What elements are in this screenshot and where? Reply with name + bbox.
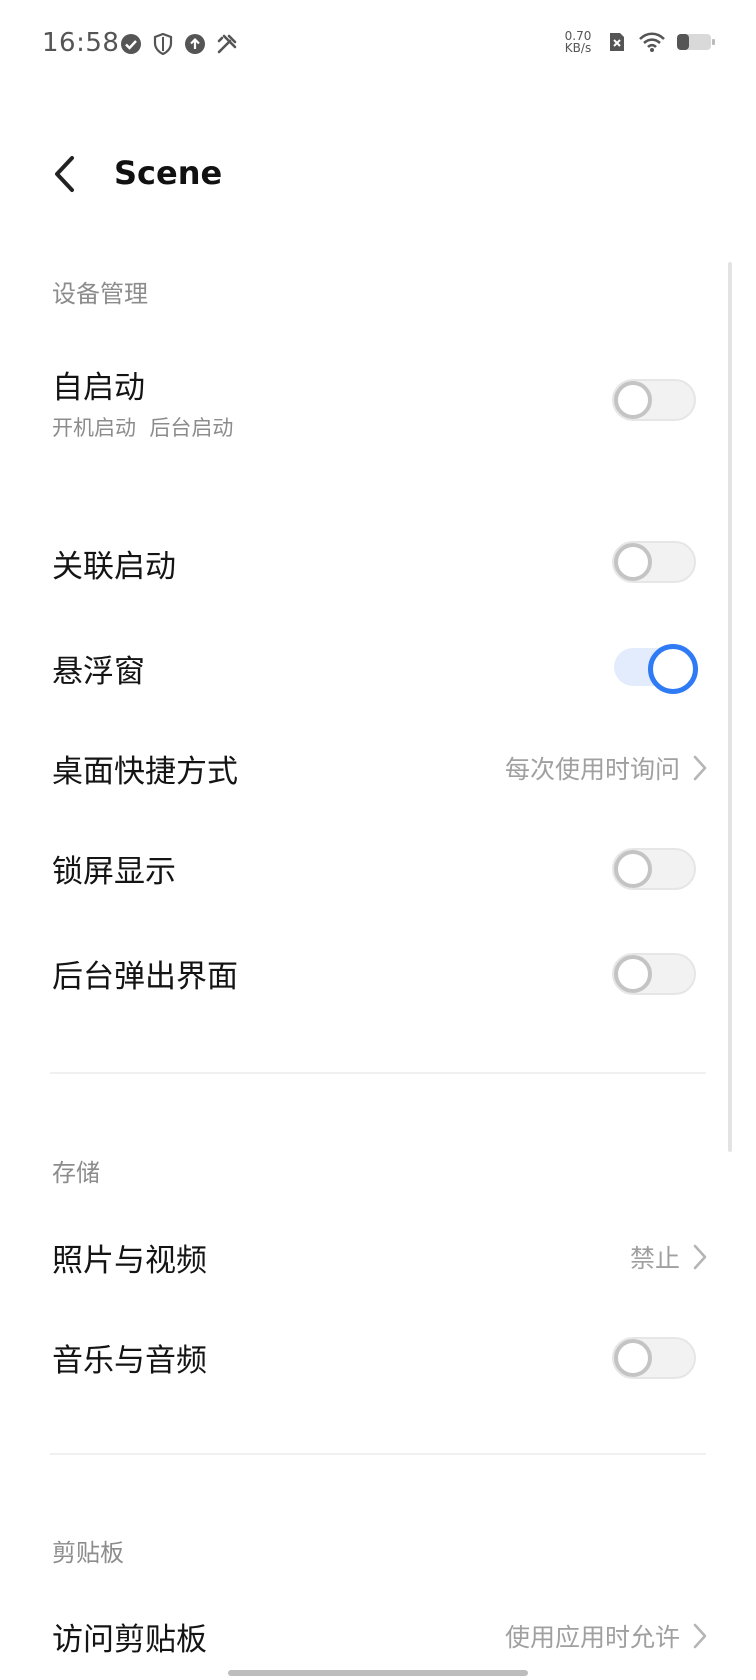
row-title: 照片与视频: [52, 1243, 207, 1279]
lock-screen-toggle[interactable]: [612, 848, 696, 890]
status-bar: 16:58 0.70 KB/s: [0, 0, 756, 92]
chevron-right-icon: [692, 1243, 708, 1271]
scrollbar[interactable]: [728, 262, 732, 1152]
shield-icon: [152, 33, 174, 55]
toggle-knob: [614, 955, 652, 993]
row-linked-start[interactable]: 关联启动: [52, 541, 708, 591]
battery-icon: [676, 31, 716, 53]
row-value: 每次使用时询问: [505, 750, 708, 786]
chevron-left-icon: [55, 156, 74, 192]
row-title: 桌面快捷方式: [52, 754, 238, 790]
home-indicator[interactable]: [228, 1670, 528, 1676]
row-access-clipboard[interactable]: 访问剪贴板 使用应用时允许: [52, 1614, 708, 1664]
toggle-knob: [614, 1339, 652, 1377]
row-subtitle: 开机启动 后台启动: [52, 416, 234, 440]
toggle-knob: [614, 381, 652, 419]
row-lock-screen[interactable]: 锁屏显示: [52, 846, 708, 896]
app-header: Scene: [0, 130, 756, 220]
row-title: 后台弹出界面: [52, 959, 238, 995]
row-title: 音乐与音频: [52, 1343, 207, 1379]
toggle-knob: [614, 850, 652, 888]
row-music-audio[interactable]: 音乐与音频: [52, 1335, 708, 1385]
section-label-clipboard: 剪贴板: [52, 1539, 124, 1567]
access-clipboard-value: 使用应用时允许: [504, 1623, 680, 1652]
section-divider: [50, 1453, 706, 1455]
toggle-knob: [614, 543, 652, 581]
check-circle-icon: [120, 33, 142, 55]
section-label-device: 设备管理: [52, 280, 148, 308]
row-value: 使用应用时允许: [505, 1618, 708, 1654]
row-value: 禁止: [630, 1239, 708, 1275]
row-autostart[interactable]: 自启动 开机启动 后台启动: [52, 362, 708, 462]
back-button[interactable]: [44, 150, 84, 198]
tools-icon: [216, 33, 238, 55]
photos-videos-value: 禁止: [629, 1244, 680, 1273]
chevron-right-icon: [692, 1622, 708, 1650]
autostart-toggle[interactable]: [612, 379, 696, 421]
row-title: 锁屏显示: [52, 854, 176, 890]
row-photos-videos[interactable]: 照片与视频 禁止: [52, 1235, 708, 1285]
floating-window-toggle[interactable]: [614, 644, 698, 694]
upload-icon: [184, 33, 206, 55]
status-time: 16:58: [42, 28, 120, 58]
row-floating-window[interactable]: 悬浮窗: [52, 644, 708, 696]
linked-start-toggle[interactable]: [612, 541, 696, 583]
row-title: 悬浮窗: [52, 654, 145, 690]
chevron-right-icon: [692, 754, 708, 782]
background-popup-toggle[interactable]: [612, 953, 696, 995]
toggle-knob: [648, 644, 698, 694]
music-audio-toggle[interactable]: [612, 1337, 696, 1379]
wifi-icon: [638, 31, 666, 53]
network-speed-unit: KB/s: [564, 41, 592, 55]
desktop-shortcut-value: 每次使用时询问: [504, 755, 680, 784]
page-title: Scene: [114, 154, 223, 192]
network-speed: 0.70 KB/s: [560, 30, 596, 54]
row-title: 自启动: [52, 370, 145, 406]
row-title: 访问剪贴板: [52, 1622, 207, 1658]
status-icons-right: 0.70 KB/s: [560, 30, 716, 54]
row-background-popup[interactable]: 后台弹出界面: [52, 951, 708, 1001]
status-icons-left: [120, 33, 238, 55]
row-desktop-shortcut[interactable]: 桌面快捷方式 每次使用时询问: [52, 746, 708, 796]
section-divider: [50, 1072, 706, 1074]
section-label-storage: 存储: [52, 1159, 100, 1187]
row-title: 关联启动: [52, 549, 176, 585]
sim-off-icon: [606, 31, 628, 53]
